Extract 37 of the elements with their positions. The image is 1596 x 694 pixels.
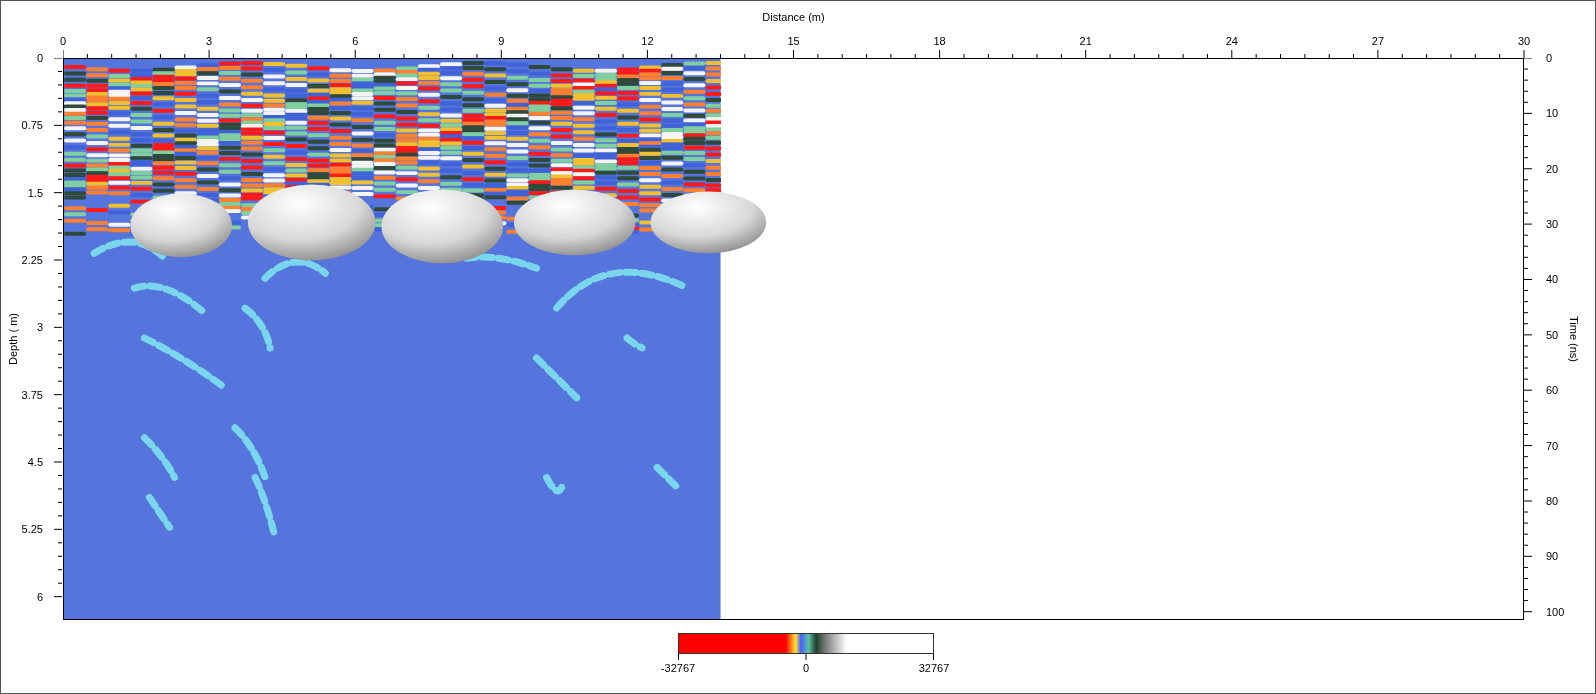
axis-title: Time (ns) xyxy=(1568,316,1580,362)
tick-label: 3.75 xyxy=(21,388,43,401)
tick-label: 10 xyxy=(1546,107,1559,120)
scale-label: -32767 xyxy=(660,662,696,674)
tick-label: 5.25 xyxy=(21,523,43,536)
tick-label: 0 xyxy=(59,35,67,47)
axis-title: Depth ( m) xyxy=(7,313,19,365)
tick-label: 4.5 xyxy=(27,456,43,468)
axis-title: Distance (m) xyxy=(762,11,825,23)
tick-label: 12 xyxy=(641,35,654,47)
tick-label: 2.25 xyxy=(21,254,43,266)
tick-label: 6 xyxy=(352,35,359,47)
tick-label: 24 xyxy=(1225,35,1238,47)
tick-label: 21 xyxy=(1079,35,1092,47)
tick-label: 70 xyxy=(1546,439,1559,452)
tick-label: 3 xyxy=(36,321,43,334)
tick-label: 0 xyxy=(36,52,43,64)
tick-label: 0 xyxy=(1546,52,1553,64)
tick-label: 0.75 xyxy=(21,119,43,132)
tick-label: 40 xyxy=(1546,273,1559,286)
tick-label: 9 xyxy=(498,35,505,47)
tick-label: 90 xyxy=(1546,550,1559,563)
scale-label: 32767 xyxy=(918,662,950,674)
tick-label: 60 xyxy=(1546,384,1559,397)
tick-label: 30 xyxy=(1517,35,1531,47)
tick-label: 18 xyxy=(933,35,946,47)
tick-label: 27 xyxy=(1371,35,1384,47)
tick-label: 20 xyxy=(1546,162,1559,175)
tick-label: 30 xyxy=(1546,218,1559,231)
tick-label: 1.5 xyxy=(27,186,43,199)
tick-label: 3 xyxy=(206,35,213,47)
scale-label: 0 xyxy=(802,662,810,674)
tick-label: 6 xyxy=(36,590,43,603)
tick-label: 15 xyxy=(787,35,800,47)
tick-label: 100 xyxy=(1546,605,1565,618)
tick-label: 80 xyxy=(1546,494,1559,507)
tick-label: 50 xyxy=(1546,328,1559,341)
